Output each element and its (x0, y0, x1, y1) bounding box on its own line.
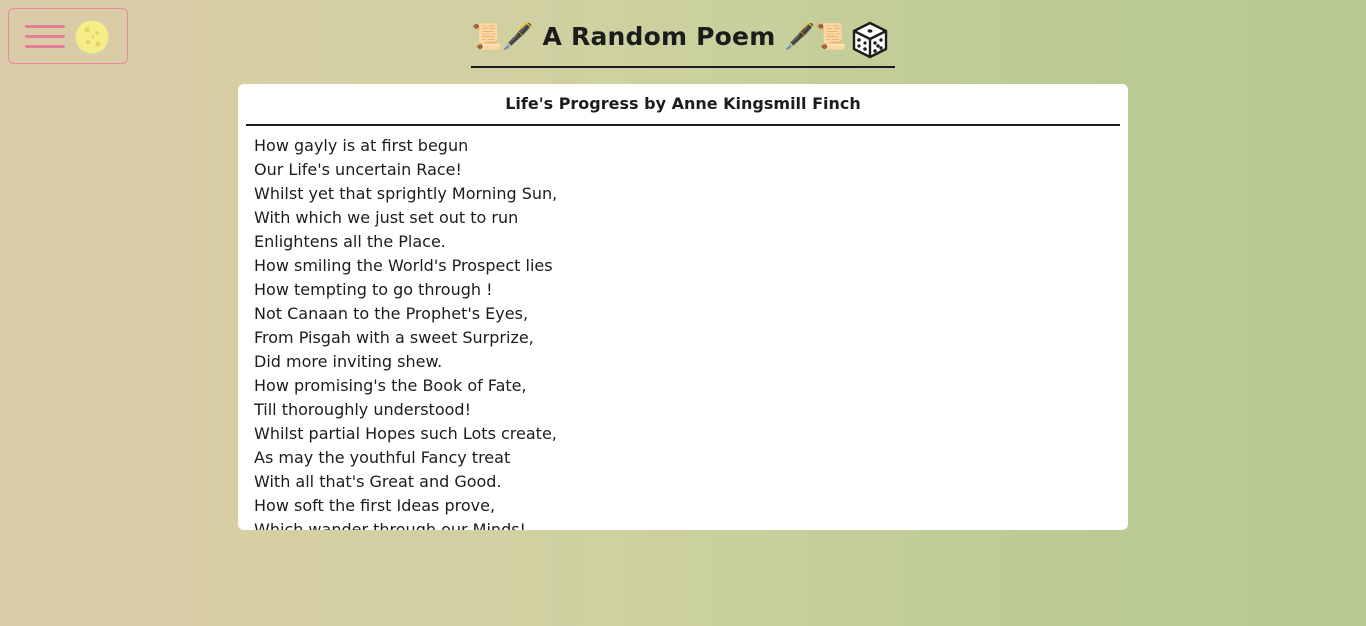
poem-line: Whilst yet that sprightly Morning Sun, (254, 184, 558, 203)
poem-line: Did more inviting shew. (254, 352, 443, 371)
poem-line: As may the youthful Fancy treat (254, 448, 511, 467)
hamburger-menu-icon[interactable] (25, 24, 65, 50)
poem-line: Which wander through our Minds! (254, 520, 526, 530)
page-header: 📜🖋️ A Random Poem 🖋️📜 (471, 18, 895, 68)
poem-heading: Life's Progress by Anne Kingsmill Finch (246, 84, 1120, 126)
top-left-controls (8, 8, 128, 64)
poem-line: With which we just set out to run (254, 208, 519, 227)
poem-line: How tempting to go through ! (254, 280, 493, 299)
poem-line: With all that's Great and Good. (254, 472, 502, 491)
poem-line: Enlightens all the Place. (254, 232, 446, 251)
moon-icon[interactable] (75, 20, 109, 54)
poem-line: Our Life's uncertain Race! (254, 160, 462, 179)
page-title: 📜🖋️ A Random Poem 🖋️📜 (471, 22, 848, 51)
poem-line: From Pisgah with a sweet Surprize, (254, 328, 534, 347)
poem-line: Whilst partial Hopes such Lots create, (254, 424, 557, 443)
poem-line: How smiling the World's Prospect lies (254, 256, 553, 275)
poem-line: Till thoroughly understood! (254, 400, 471, 419)
poem-body[interactable]: How gayly is at first begun Our Life's u… (254, 134, 1114, 530)
poem-line: Not Canaan to the Prophet's Eyes, (254, 304, 529, 323)
poem-line: How gayly is at first begun (254, 136, 469, 155)
poem-line: How promising's the Book of Fate, (254, 376, 527, 395)
poem-line: How soft the first Ideas prove, (254, 496, 496, 515)
dice-icon[interactable] (851, 20, 889, 60)
poem-card: Life's Progress by Anne Kingsmill Finch … (238, 84, 1128, 530)
